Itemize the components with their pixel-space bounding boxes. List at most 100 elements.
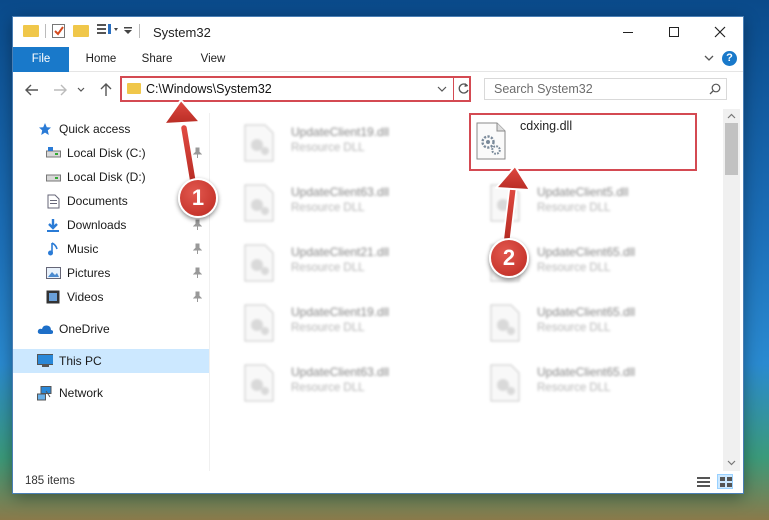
sidebar-item-label: Local Disk (D:) <box>67 170 146 184</box>
maximize-icon <box>669 27 679 37</box>
dll-file-icon <box>244 124 274 162</box>
close-button[interactable] <box>697 17 743 47</box>
help-button[interactable]: ? <box>722 51 737 66</box>
pictures-icon <box>45 265 61 281</box>
download-icon <box>45 217 61 233</box>
sidebar-item-label: Quick access <box>59 122 131 136</box>
documents-icon <box>45 193 61 209</box>
address-path[interactable]: C:\Windows\System32 <box>146 82 272 96</box>
sidebar-item-videos[interactable]: Videos <box>13 285 209 309</box>
dll-file-icon <box>490 184 520 222</box>
sidebar-item-label: Local Disk (C:) <box>67 146 146 160</box>
file-item[interactable]: UpdateClient19.dll Resource DLL <box>223 119 453 171</box>
search-input[interactable]: Search System32 <box>494 82 593 96</box>
music-icon <box>45 241 61 257</box>
file-type: Resource DLL <box>291 382 365 394</box>
arrow-left-icon <box>25 84 38 96</box>
file-item[interactable]: UpdateClient63.dll Resource DLL <box>223 359 453 411</box>
expand-ribbon-button[interactable] <box>703 52 715 67</box>
pin-icon[interactable] <box>192 267 203 281</box>
file-item[interactable]: UpdateClient65.dll Resource DLL <box>469 299 699 351</box>
item-count: 185 items <box>25 475 75 487</box>
cloud-icon <box>37 321 53 337</box>
tab-view[interactable]: View <box>187 47 239 71</box>
dll-file-icon <box>244 304 274 342</box>
file-type: Resource DLL <box>291 202 365 214</box>
dll-file-icon <box>244 364 274 402</box>
chevron-down-icon[interactable] <box>723 457 740 469</box>
tab-share[interactable]: Share <box>131 47 183 71</box>
chevron-down-icon[interactable] <box>123 24 133 38</box>
address-dropdown-button[interactable] <box>436 83 448 98</box>
title-bar: System32 <box>13 17 743 47</box>
dll-file-icon <box>476 122 506 160</box>
refresh-button[interactable] <box>457 82 470 98</box>
tab-home[interactable]: Home <box>75 47 127 71</box>
file-type: Resource DLL <box>291 262 365 274</box>
properties-icon[interactable] <box>52 23 65 38</box>
file-item[interactable]: UpdateClient19.dll Resource DLL <box>223 299 453 351</box>
details-view-button[interactable] <box>697 476 710 491</box>
minimize-icon <box>623 32 633 33</box>
pane-divider <box>209 113 210 471</box>
file-item[interactable]: UpdateClient5.dll Resource DLL <box>469 179 699 231</box>
sidebar-item-this-pc[interactable]: This PC <box>13 349 209 373</box>
file-type: Resource DLL <box>537 202 611 214</box>
sidebar-item-pictures[interactable]: Pictures <box>13 261 209 285</box>
star-icon <box>37 121 53 137</box>
pin-icon[interactable] <box>192 291 203 305</box>
sidebar-item-local-disk-d[interactable]: Local Disk (D:) <box>13 165 209 189</box>
recent-locations-button[interactable] <box>75 82 87 98</box>
up-button[interactable] <box>97 82 115 98</box>
pin-icon[interactable] <box>192 147 203 161</box>
toolbar-divider <box>139 23 140 38</box>
file-name: UpdateClient65.dll <box>537 305 636 319</box>
chevron-up-icon[interactable] <box>723 110 740 122</box>
file-item[interactable]: UpdateClient65.dll Resource DLL <box>469 359 699 411</box>
file-name: cdxing.dll <box>520 119 573 133</box>
file-name: UpdateClient65.dll <box>537 365 636 379</box>
toolbar-divider <box>45 23 46 38</box>
file-name: UpdateClient19.dll <box>291 305 390 319</box>
large-icons-view-button[interactable] <box>717 474 733 489</box>
sidebar-item-label: Downloads <box>67 218 127 232</box>
sidebar-item-onedrive[interactable]: OneDrive <box>13 317 209 341</box>
vertical-scrollbar[interactable] <box>723 109 740 471</box>
sidebar-item-label: Videos <box>67 290 104 304</box>
folder-icon[interactable] <box>23 24 39 37</box>
file-list: UpdateClient19.dll Resource DLL UpdateCl… <box>213 109 723 471</box>
dll-file-icon <box>244 184 274 222</box>
back-button[interactable] <box>23 82 41 98</box>
file-type: Resource DLL <box>291 142 365 154</box>
customize-toolbar-icon[interactable] <box>97 23 119 38</box>
address-bar[interactable]: C:\Windows\System32 <box>120 76 471 102</box>
file-name: UpdateClient19.dll <box>291 125 390 139</box>
chevron-down-icon <box>437 86 447 92</box>
sidebar-item-local-disk-c[interactable]: Local Disk (C:) <box>13 141 209 165</box>
forward-button[interactable] <box>51 82 69 98</box>
chevron-down-icon <box>704 55 714 61</box>
sidebar-item-label: Documents <box>67 194 128 208</box>
dll-file-icon <box>490 304 520 342</box>
file-name: UpdateClient63.dll <box>291 365 390 379</box>
file-name: UpdateClient65.dll <box>537 245 636 259</box>
new-folder-icon[interactable] <box>73 24 89 37</box>
sidebar-item-network[interactable]: Network <box>13 381 209 405</box>
pin-icon[interactable] <box>192 243 203 257</box>
file-item-cdxing[interactable]: cdxing.dll <box>469 113 697 171</box>
maximize-button[interactable] <box>651 17 697 47</box>
drive-icon <box>45 145 61 161</box>
chevron-down-icon <box>77 87 85 92</box>
search-box[interactable]: Search System32 <box>484 78 727 100</box>
file-item[interactable]: UpdateClient63.dll Resource DLL <box>223 179 453 231</box>
pin-icon[interactable] <box>192 219 203 233</box>
address-divider <box>453 78 454 100</box>
file-item[interactable]: UpdateClient21.dll Resource DLL <box>223 239 453 291</box>
refresh-icon <box>458 83 469 94</box>
sidebar-item-music[interactable]: Music <box>13 237 209 261</box>
minimize-button[interactable] <box>605 17 651 47</box>
file-name: UpdateClient21.dll <box>291 245 390 259</box>
sidebar-item-quick-access[interactable]: Quick access <box>13 117 209 141</box>
sidebar-item-downloads[interactable]: Downloads <box>13 213 209 237</box>
scrollbar-thumb[interactable] <box>725 123 738 175</box>
